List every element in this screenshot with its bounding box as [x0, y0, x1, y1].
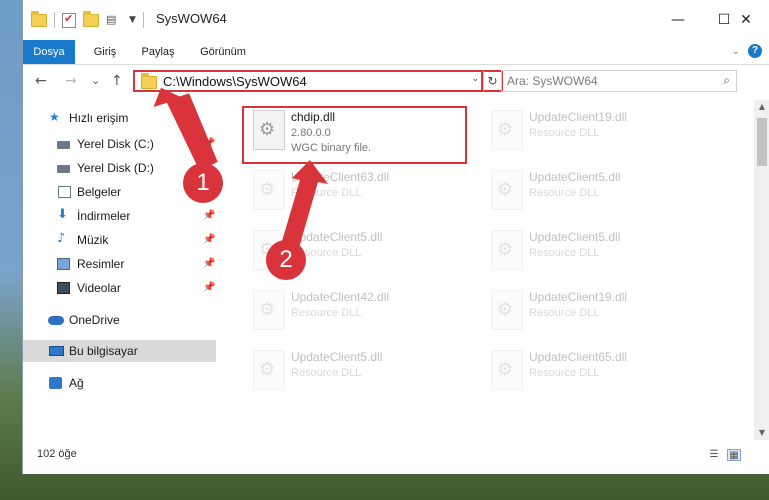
step-badge-1: 1 — [183, 163, 223, 203]
step-badge-2: 2 — [266, 240, 306, 280]
annotation-arrows — [153, 87, 328, 258]
